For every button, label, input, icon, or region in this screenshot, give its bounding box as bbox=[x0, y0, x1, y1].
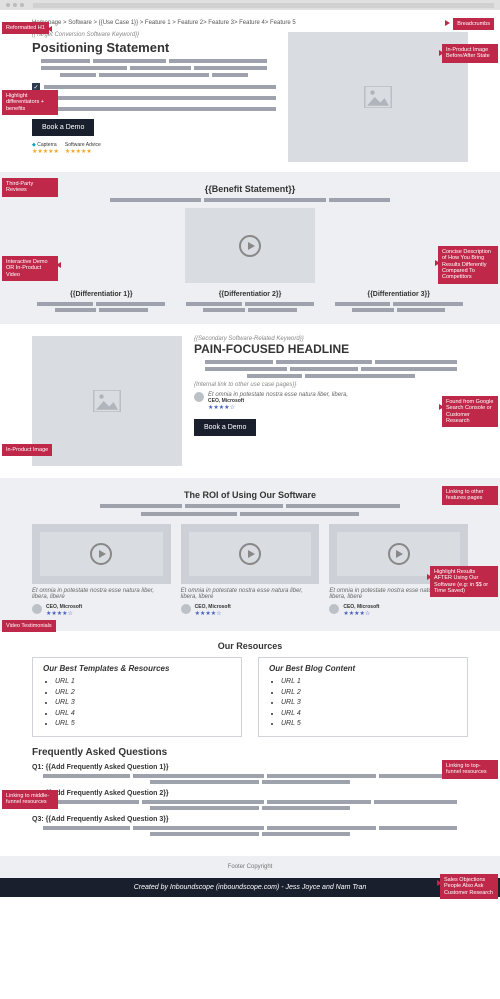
browser-chrome bbox=[0, 0, 500, 10]
play-icon bbox=[388, 543, 410, 565]
resource-link[interactable]: URL 2 bbox=[55, 688, 231, 699]
footer: Footer Copyright bbox=[0, 856, 500, 878]
faq-q3[interactable]: Q3: {{Add Frequently Asked Question 3}} bbox=[32, 816, 468, 823]
page-title: Positioning Statement bbox=[32, 40, 276, 55]
blog-box: Our Best Blog Content URL 1 URL 2 URL 3 … bbox=[258, 657, 468, 737]
annot-inprod2: In-Product Image bbox=[2, 444, 52, 456]
annot-vid: Video Testimonials bbox=[2, 620, 56, 632]
annot-breadcrumbs: Breadcrumbs bbox=[453, 18, 494, 30]
annot-reviews: Third-Party Reviews bbox=[2, 178, 58, 197]
annot-roi: Highlight Results AFTER Using Our Softwa… bbox=[430, 566, 498, 597]
resource-link[interactable]: URL 2 bbox=[281, 688, 457, 699]
hero-copy bbox=[32, 59, 276, 77]
resource-link[interactable]: URL 1 bbox=[281, 677, 457, 688]
hero-eyebrow: {{Target Conversion Software Keyword}} bbox=[32, 32, 276, 38]
pain-headline: PAIN-FOCUSED HEADLINE bbox=[194, 342, 468, 356]
annot-link: Linking to other features pages bbox=[442, 486, 498, 505]
testimonial-video-1[interactable] bbox=[32, 524, 171, 584]
annot-mid: Linking to middle-funnel resources bbox=[2, 790, 58, 809]
software-advice-badge[interactable]: Software Advice★★★★★ bbox=[65, 142, 101, 155]
play-icon bbox=[239, 235, 261, 257]
annot-concise: Concise Description of How You Bring Res… bbox=[438, 246, 498, 284]
testimonial-video-2[interactable] bbox=[181, 524, 320, 584]
internal-link[interactable]: {Internal link to other use case pages}} bbox=[194, 382, 468, 388]
resource-link[interactable]: URL 4 bbox=[55, 709, 231, 720]
capterra-badge[interactable]: ◆ Capterra★★★★★ bbox=[32, 142, 59, 155]
roi-title: The ROI of Using Our Software bbox=[32, 490, 468, 500]
credit-bar: Created by Inboundscope (inboundscope.co… bbox=[0, 878, 500, 897]
annot-top: Linking to top-funnel resources bbox=[442, 760, 498, 779]
book-demo-button[interactable]: Book a Demo bbox=[32, 119, 94, 136]
breadcrumb[interactable]: Homepage > Software > {{Use Case 1}} > F… bbox=[32, 20, 468, 26]
avatar bbox=[32, 604, 42, 614]
diff-3: {{Differentiatior 3}} bbox=[329, 291, 468, 298]
templates-box: Our Best Templates & Resources URL 1 URL… bbox=[32, 657, 242, 737]
annot-diff: Highlight differentiators + benefits bbox=[2, 90, 58, 115]
avatar bbox=[329, 604, 339, 614]
pain-image-placeholder bbox=[32, 336, 182, 466]
benefits-list: ✓ ✓ ✓ bbox=[32, 83, 276, 113]
annot-demo: Interactive Demo OR In-Product Video bbox=[2, 256, 58, 281]
annot-h1: Reformatted H1 bbox=[2, 22, 49, 34]
resource-link[interactable]: URL 3 bbox=[55, 698, 231, 709]
diff-2: {{Differentiatior 2}} bbox=[181, 291, 320, 298]
resource-link[interactable]: URL 5 bbox=[55, 719, 231, 730]
annot-inprod-img: In-Product Image Before/After State bbox=[442, 44, 498, 63]
diff-1: {{Differentiatior 1}} bbox=[32, 291, 171, 298]
avatar bbox=[181, 604, 191, 614]
annot-gsc: Found from Google Search Console or Cust… bbox=[442, 396, 498, 427]
resource-link[interactable]: URL 3 bbox=[281, 698, 457, 709]
resource-link[interactable]: URL 4 bbox=[281, 709, 457, 720]
resource-link[interactable]: URL 5 bbox=[281, 719, 457, 730]
faq-q2[interactable]: Q2: {{Add Frequently Asked Question 2}} bbox=[32, 790, 468, 797]
faq-q1[interactable]: Q1: {{Add Frequently Asked Question 1}} bbox=[32, 764, 468, 771]
avatar bbox=[194, 392, 204, 402]
play-icon bbox=[239, 543, 261, 565]
resource-link[interactable]: URL 1 bbox=[55, 677, 231, 688]
annot-sales: Sales Objections People Also Ask Custome… bbox=[440, 874, 498, 899]
faq-title: Frequently Asked Questions bbox=[32, 747, 468, 758]
benefit-title: {{Benefit Statement}} bbox=[32, 184, 468, 194]
demo-video-placeholder[interactable] bbox=[185, 208, 315, 283]
resources-title: Our Resources bbox=[32, 641, 468, 651]
play-icon bbox=[90, 543, 112, 565]
book-demo-button-2[interactable]: Book a Demo bbox=[194, 419, 256, 436]
